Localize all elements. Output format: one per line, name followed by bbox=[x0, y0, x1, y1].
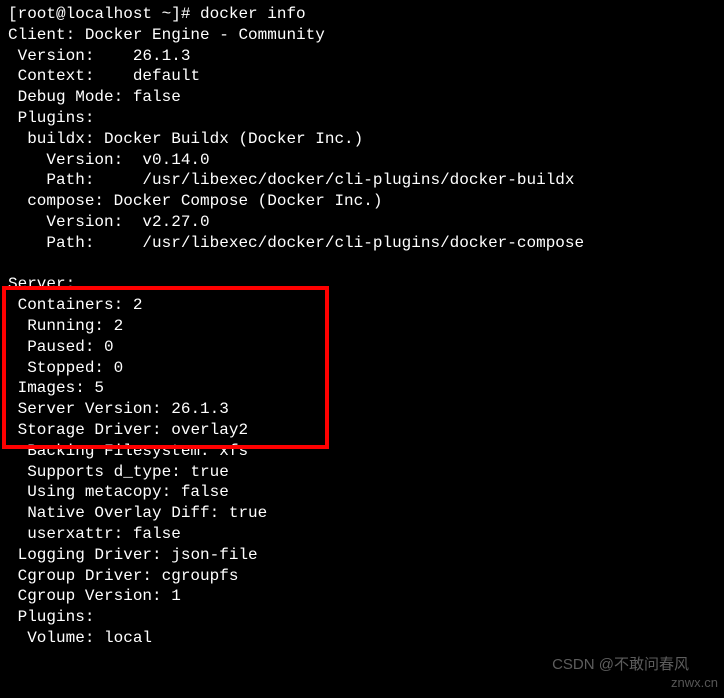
server-plugins-header: Plugins: bbox=[8, 607, 716, 628]
cgroup-driver-value: cgroupfs bbox=[162, 567, 239, 585]
cgroup-version-line: Cgroup Version: 1 bbox=[8, 586, 716, 607]
client-version-line: Version: 26.1.3 bbox=[8, 46, 716, 67]
prompt-line[interactable]: [root@localhost ~]# docker info bbox=[8, 4, 716, 25]
compose-path-line: Path: /usr/libexec/docker/cli-plugins/do… bbox=[8, 233, 716, 254]
backing-fs-line: Backing Filesystem: xfs bbox=[8, 441, 716, 462]
stopped-value: 0 bbox=[114, 359, 124, 377]
supports-dtype-value: true bbox=[190, 463, 228, 481]
images-line: Images: 5 bbox=[8, 378, 716, 399]
stopped-line: Stopped: 0 bbox=[8, 358, 716, 379]
compose-path-value: /usr/libexec/docker/cli-plugins/docker-c… bbox=[142, 234, 584, 252]
volume-line: Volume: local bbox=[8, 628, 716, 649]
compose-version-line: Version: v2.27.0 bbox=[8, 212, 716, 233]
watermark-csdn: CSDN @不敢问春风 bbox=[552, 655, 689, 675]
supports-dtype-line: Supports d_type: true bbox=[8, 462, 716, 483]
logging-driver-value: json-file bbox=[171, 546, 257, 564]
client-debug-value: false bbox=[133, 88, 181, 106]
cgroup-version-value: 1 bbox=[171, 587, 181, 605]
native-overlay-value: true bbox=[229, 504, 267, 522]
buildx-path-line: Path: /usr/libexec/docker/cli-plugins/do… bbox=[8, 170, 716, 191]
using-metacopy-value: false bbox=[181, 483, 229, 501]
cgroup-driver-line: Cgroup Driver: cgroupfs bbox=[8, 566, 716, 587]
native-overlay-line: Native Overlay Diff: true bbox=[8, 503, 716, 524]
paused-value: 0 bbox=[104, 338, 114, 356]
client-context-value: default bbox=[133, 67, 200, 85]
using-metacopy-line: Using metacopy: false bbox=[8, 482, 716, 503]
server-header: Server: bbox=[8, 274, 716, 295]
backing-fs-value: xfs bbox=[219, 442, 248, 460]
buildx-version-value: v0.14.0 bbox=[142, 151, 209, 169]
compose-version-value: v2.27.0 bbox=[142, 213, 209, 231]
command-text: docker info bbox=[200, 5, 306, 23]
containers-value: 2 bbox=[133, 296, 143, 314]
server-version-value: 26.1.3 bbox=[171, 400, 229, 418]
buildx-path-value: /usr/libexec/docker/cli-plugins/docker-b… bbox=[142, 171, 574, 189]
volume-value: local bbox=[104, 629, 152, 647]
running-line: Running: 2 bbox=[8, 316, 716, 337]
running-value: 2 bbox=[114, 317, 124, 335]
userxattr-value: false bbox=[133, 525, 181, 543]
storage-driver-value: overlay2 bbox=[171, 421, 248, 439]
client-context-line: Context: default bbox=[8, 66, 716, 87]
watermark-znwx: znwx.cn bbox=[671, 675, 718, 692]
paused-line: Paused: 0 bbox=[8, 337, 716, 358]
shell-prompt: [root@localhost ~]# bbox=[8, 5, 200, 23]
client-debug-line: Debug Mode: false bbox=[8, 87, 716, 108]
server-version-line: Server Version: 26.1.3 bbox=[8, 399, 716, 420]
blank-line bbox=[8, 254, 716, 275]
buildx-header: buildx: Docker Buildx (Docker Inc.) bbox=[8, 129, 716, 150]
logging-driver-line: Logging Driver: json-file bbox=[8, 545, 716, 566]
storage-driver-line: Storage Driver: overlay2 bbox=[8, 420, 716, 441]
client-header: Client: Docker Engine - Community bbox=[8, 25, 716, 46]
containers-line: Containers: 2 bbox=[8, 295, 716, 316]
compose-header: compose: Docker Compose (Docker Inc.) bbox=[8, 191, 716, 212]
images-value: 5 bbox=[94, 379, 104, 397]
client-version-value: 26.1.3 bbox=[133, 47, 191, 65]
buildx-version-line: Version: v0.14.0 bbox=[8, 150, 716, 171]
client-plugins-header: Plugins: bbox=[8, 108, 716, 129]
userxattr-line: userxattr: false bbox=[8, 524, 716, 545]
